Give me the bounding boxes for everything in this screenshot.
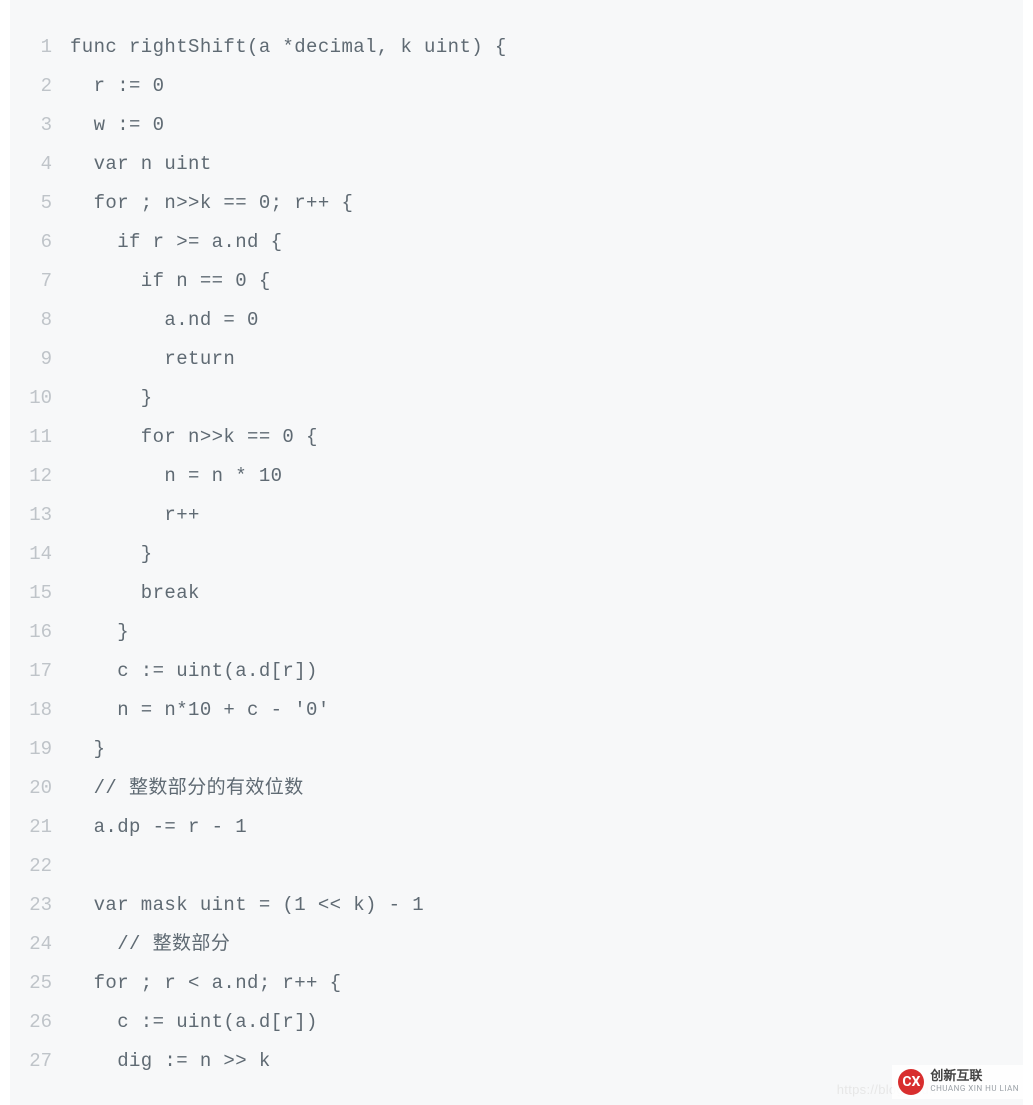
code-text: if r >= a.nd { xyxy=(70,223,282,262)
code-text: } xyxy=(70,730,105,769)
code-text: for ; n>>k == 0; r++ { xyxy=(70,184,353,223)
code-text: n = n*10 + c - '0' xyxy=(70,691,330,730)
code-text: if n == 0 { xyxy=(70,262,271,301)
brand-badge: CX 创新互联 CHUANG XIN HU LIAN xyxy=(892,1065,1025,1099)
code-line: 16 } xyxy=(10,613,1023,652)
brand-icon: CX xyxy=(898,1069,924,1095)
code-line: 3 w := 0 xyxy=(10,106,1023,145)
line-number: 2 xyxy=(10,67,70,106)
code-text: a.dp -= r - 1 xyxy=(70,808,247,847)
code-line: 23 var mask uint = (1 << k) - 1 xyxy=(10,886,1023,925)
line-number: 6 xyxy=(10,223,70,262)
code-line: 6 if r >= a.nd { xyxy=(10,223,1023,262)
line-number: 20 xyxy=(10,769,70,808)
code-line: 12 n = n * 10 xyxy=(10,457,1023,496)
code-text: for ; r < a.nd; r++ { xyxy=(70,964,341,1003)
code-line: 4 var n uint xyxy=(10,145,1023,184)
code-text: c := uint(a.d[r]) xyxy=(70,652,318,691)
code-line: 1func rightShift(a *decimal, k uint) { xyxy=(10,28,1023,67)
code-text: } xyxy=(70,613,129,652)
code-line: 11 for n>>k == 0 { xyxy=(10,418,1023,457)
line-number: 18 xyxy=(10,691,70,730)
code-text: dig := n >> k xyxy=(70,1042,271,1081)
line-number: 16 xyxy=(10,613,70,652)
line-number: 11 xyxy=(10,418,70,457)
code-line: 19 } xyxy=(10,730,1023,769)
line-number: 21 xyxy=(10,808,70,847)
code-line: 22 xyxy=(10,847,1023,886)
code-text: c := uint(a.d[r]) xyxy=(70,1003,318,1042)
code-text: for n>>k == 0 { xyxy=(70,418,318,457)
code-line: 20 // 整数部分的有效位数 xyxy=(10,769,1023,808)
code-line: 10 } xyxy=(10,379,1023,418)
code-line: 7 if n == 0 { xyxy=(10,262,1023,301)
line-number: 5 xyxy=(10,184,70,223)
code-line: 24 // 整数部分 xyxy=(10,925,1023,964)
line-number: 13 xyxy=(10,496,70,535)
line-number: 4 xyxy=(10,145,70,184)
code-line: 14 } xyxy=(10,535,1023,574)
code-text: var mask uint = (1 << k) - 1 xyxy=(70,886,424,925)
brand-name-en: CHUANG XIN HU LIAN xyxy=(930,1085,1019,1094)
line-number: 15 xyxy=(10,574,70,613)
code-line: 17 c := uint(a.d[r]) xyxy=(10,652,1023,691)
code-text: w := 0 xyxy=(70,106,164,145)
code-text: return xyxy=(70,340,235,379)
code-line: 25 for ; r < a.nd; r++ { xyxy=(10,964,1023,1003)
line-number: 14 xyxy=(10,535,70,574)
line-number: 23 xyxy=(10,886,70,925)
line-number: 1 xyxy=(10,28,70,67)
code-text: var n uint xyxy=(70,145,212,184)
line-number: 8 xyxy=(10,301,70,340)
line-number: 12 xyxy=(10,457,70,496)
brand-name-cn: 创新互联 xyxy=(930,1070,1019,1084)
code-text: break xyxy=(70,574,200,613)
line-number: 25 xyxy=(10,964,70,1003)
line-number: 24 xyxy=(10,925,70,964)
line-number: 7 xyxy=(10,262,70,301)
code-text: r := 0 xyxy=(70,67,164,106)
code-line: 26 c := uint(a.d[r]) xyxy=(10,1003,1023,1042)
code-text: func rightShift(a *decimal, k uint) { xyxy=(70,28,507,67)
code-line: 13 r++ xyxy=(10,496,1023,535)
line-number: 27 xyxy=(10,1042,70,1081)
code-line: 18 n = n*10 + c - '0' xyxy=(10,691,1023,730)
code-line: 5 for ; n>>k == 0; r++ { xyxy=(10,184,1023,223)
code-text: } xyxy=(70,535,153,574)
line-number: 9 xyxy=(10,340,70,379)
code-text: a.nd = 0 xyxy=(70,301,259,340)
line-number: 3 xyxy=(10,106,70,145)
code-text: } xyxy=(70,379,153,418)
line-number: 22 xyxy=(10,847,70,886)
line-number: 26 xyxy=(10,1003,70,1042)
code-text: r++ xyxy=(70,496,200,535)
line-number: 19 xyxy=(10,730,70,769)
code-line: 9 return xyxy=(10,340,1023,379)
code-line: 2 r := 0 xyxy=(10,67,1023,106)
line-number: 17 xyxy=(10,652,70,691)
code-line: 8 a.nd = 0 xyxy=(10,301,1023,340)
code-block: 1func rightShift(a *decimal, k uint) {2 … xyxy=(10,0,1023,1105)
code-line: 21 a.dp -= r - 1 xyxy=(10,808,1023,847)
code-text: // 整数部分 xyxy=(70,925,230,964)
code-text: // 整数部分的有效位数 xyxy=(70,769,304,808)
code-line: 27 dig := n >> k xyxy=(10,1042,1023,1081)
code-text: n = n * 10 xyxy=(70,457,282,496)
code-line: 15 break xyxy=(10,574,1023,613)
line-number: 10 xyxy=(10,379,70,418)
